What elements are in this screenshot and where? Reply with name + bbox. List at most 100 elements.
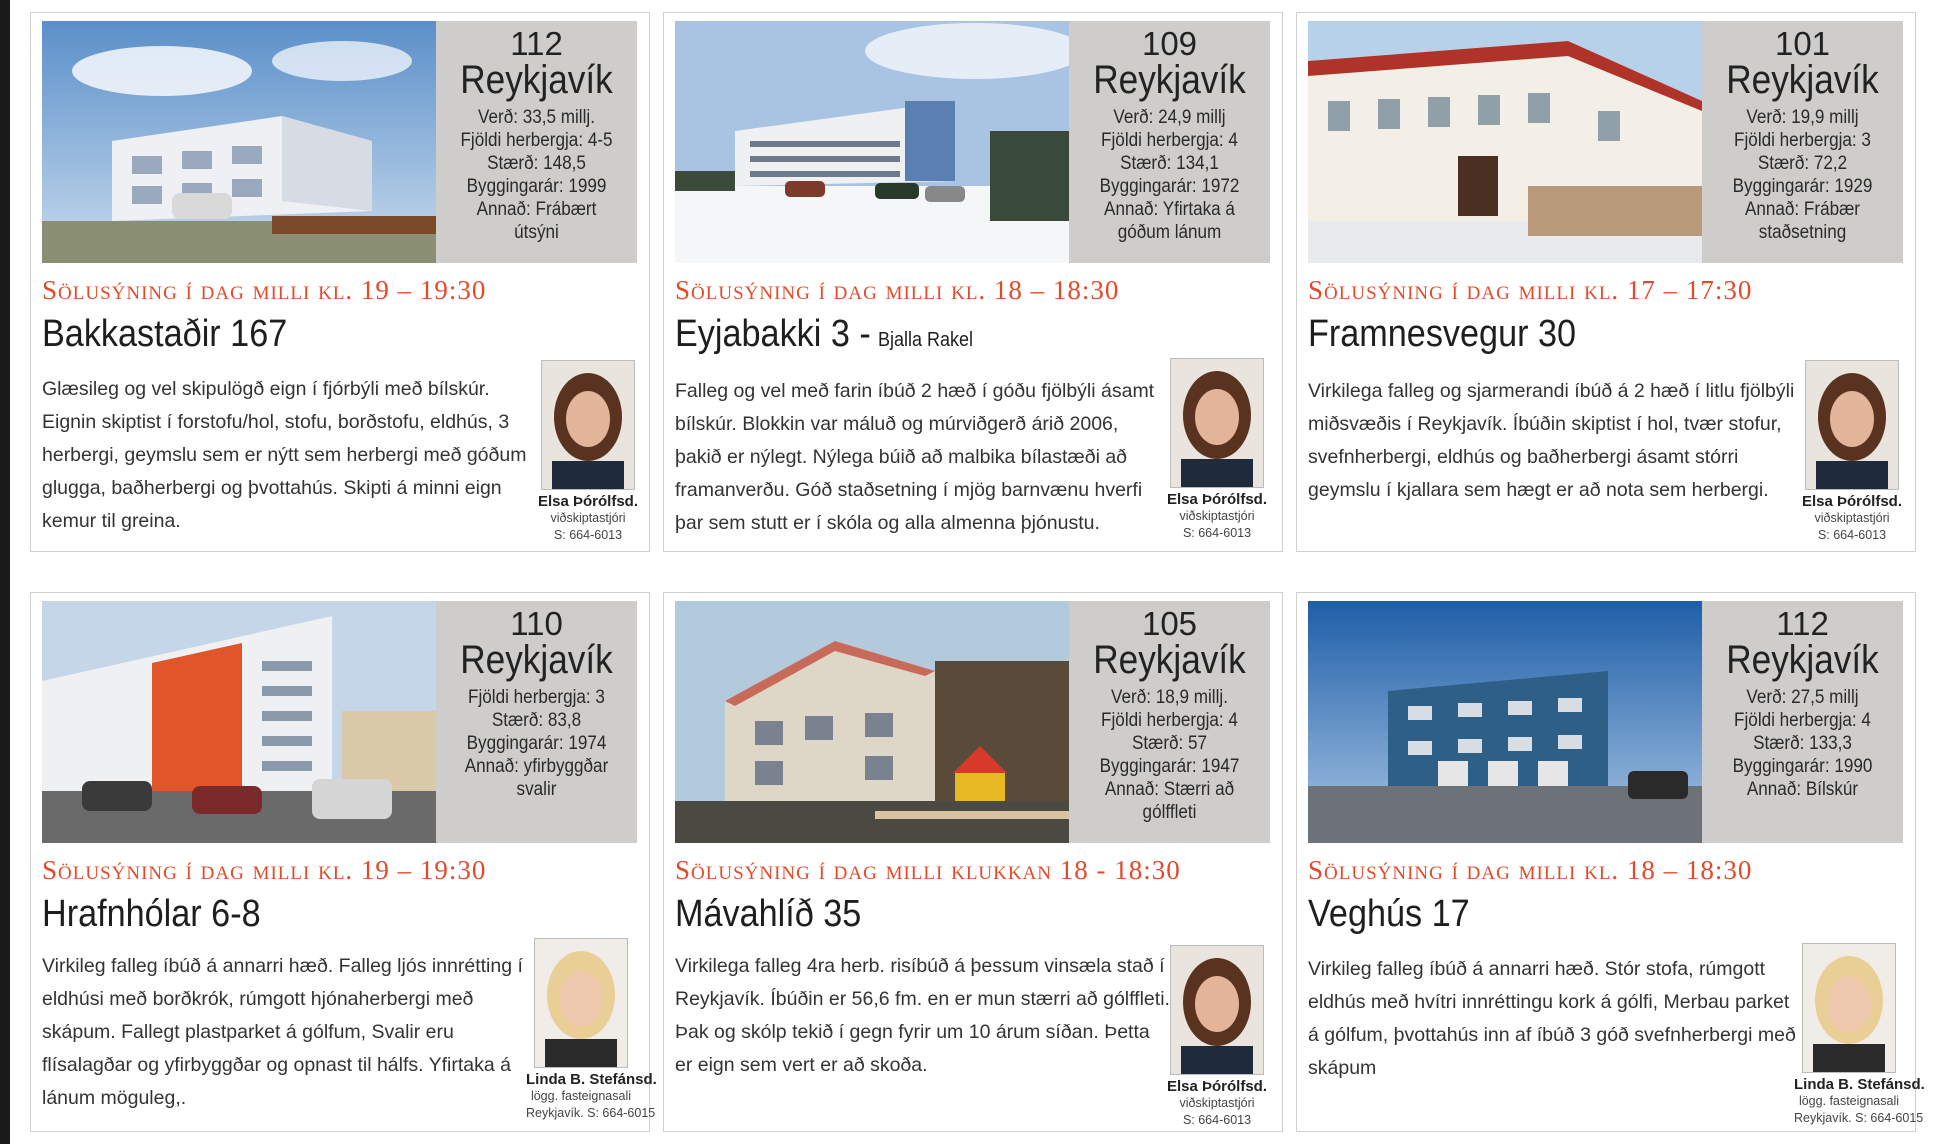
agent: Linda B. Stefánsd. lögg. fasteignasali R… bbox=[1794, 943, 1925, 1127]
info-line: Fjöldi herbergja: 4 bbox=[1101, 130, 1238, 151]
street-address: Mávahlíð 35 bbox=[675, 893, 861, 936]
agent-name: Elsa Þórólfsd. bbox=[1166, 1078, 1268, 1095]
showing-time: Sölusýning í dag milli kl. 19 – 19:30 bbox=[42, 855, 487, 885]
info-line: Fjöldi herbergja: 3 bbox=[468, 687, 605, 708]
agent-name: Linda B. Stefánsd. bbox=[526, 1071, 657, 1088]
agent-phone: S: 664-6013 bbox=[1182, 1113, 1252, 1127]
listing-card: 112 Reykjavík Verð: 27,5 millj Fjöldi he… bbox=[1296, 592, 1925, 1132]
info-line: Byggingarár: 1990 bbox=[1732, 756, 1873, 777]
info-box: 110 Reykjavík Fjöldi herbergja: 3 Stærð:… bbox=[436, 601, 637, 843]
info-line: Annað: Yfirtaka á bbox=[1104, 199, 1235, 220]
street-name: Mávahlíð 35 bbox=[675, 893, 862, 935]
agent-photo bbox=[1805, 360, 1899, 490]
agent-phone: Reykjavík. S: 664-6015 bbox=[526, 1106, 656, 1120]
city: Reykjavík bbox=[460, 58, 613, 102]
street-name: Eyjabakki 3 - bbox=[675, 313, 871, 355]
info-line: svalir bbox=[516, 779, 557, 800]
info-line: Stærð: 83,8 bbox=[491, 710, 582, 731]
agent-role: lögg. fasteignasali bbox=[1798, 1094, 1900, 1108]
property-photo bbox=[42, 601, 436, 843]
info-line: Stærð: 57 bbox=[1131, 733, 1208, 754]
info-box: 109 Reykjavík Verð: 24,9 millj Fjöldi he… bbox=[1069, 21, 1270, 263]
city: Reykjavík bbox=[1093, 58, 1246, 102]
info-box: 112 Reykjavík Verð: 33,5 millj. Fjöldi h… bbox=[436, 21, 637, 263]
info-line: Byggingarár: 1999 bbox=[466, 176, 607, 197]
info-box: 112 Reykjavík Verð: 27,5 millj Fjöldi he… bbox=[1702, 601, 1903, 843]
info-line: Byggingarár: 1929 bbox=[1732, 176, 1873, 197]
info-line: Annað: Bílskúr bbox=[1746, 779, 1859, 800]
info-line: Fjöldi herbergja: 4-5 bbox=[460, 130, 613, 151]
info-line: Stærð: 134,1 bbox=[1120, 153, 1219, 174]
showing-time: Sölusýning í dag milli kl. 18 – 18:30 bbox=[675, 275, 1120, 305]
property-photo bbox=[1308, 601, 1702, 843]
agent: Elsa Þórólfsd. viðskiptastjóri S: 664-60… bbox=[1797, 360, 1907, 544]
city: Reykjavík bbox=[1726, 58, 1879, 102]
info-line: Byggingarár: 1974 bbox=[466, 733, 607, 754]
property-photo bbox=[1308, 21, 1702, 263]
listing-card: 109 Reykjavík Verð: 24,9 millj Fjöldi he… bbox=[663, 12, 1283, 552]
info-line: útsýni bbox=[514, 222, 559, 243]
agent-role: viðskiptastjóri bbox=[1179, 1096, 1255, 1110]
postcode: 112 bbox=[510, 25, 563, 62]
description: Virkileg falleg íbúð á annarri hæð. Fall… bbox=[42, 955, 523, 1109]
street-note: Bjalla Rakel bbox=[877, 329, 974, 351]
info-line: Stærð: 72,2 bbox=[1757, 153, 1848, 174]
postcode: 110 bbox=[510, 605, 563, 642]
info-line: Byggingarár: 1972 bbox=[1099, 176, 1240, 197]
street-address: Framnesvegur 30 bbox=[1308, 313, 1576, 356]
info-line: staðsetning bbox=[1758, 222, 1847, 243]
info-line: Verð: 27,5 millj bbox=[1746, 687, 1859, 708]
showing-time: Sölusýning í dag milli klukkan 18 - 18:3… bbox=[675, 855, 1181, 885]
postcode: 105 bbox=[1141, 605, 1198, 642]
agent: Elsa Þórólfsd. viðskiptastjóri S: 664-60… bbox=[533, 360, 643, 544]
property-photo bbox=[42, 21, 436, 263]
agent-photo bbox=[1170, 358, 1264, 488]
info-line: Annað: Frábær bbox=[1744, 199, 1861, 220]
agent-phone: Reykjavík. S: 664-6015 bbox=[1794, 1111, 1924, 1125]
agent-phone: S: 664-6013 bbox=[1817, 528, 1887, 542]
info-line: Verð: 24,9 millj bbox=[1113, 107, 1226, 128]
info-line: Verð: 33,5 millj. bbox=[478, 107, 595, 128]
agent-role: viðskiptastjóri bbox=[1179, 509, 1255, 523]
city: Reykjavík bbox=[1093, 638, 1246, 682]
postcode: 112 bbox=[1776, 605, 1829, 642]
property-photo bbox=[675, 601, 1069, 843]
agent-name: Linda B. Stefánsd. bbox=[1794, 1076, 1925, 1093]
info-line: Annað: Frábært bbox=[476, 199, 597, 220]
city: Reykjavík bbox=[460, 638, 613, 682]
info-line: gólffleti bbox=[1142, 802, 1197, 823]
description: Falleg og vel með farin íbúð 2 hæð í góð… bbox=[675, 380, 1155, 534]
agent-phone: S: 664-6013 bbox=[1182, 526, 1252, 540]
agent: Elsa Þórólfsd. viðskiptastjóri S: 664-60… bbox=[1162, 358, 1272, 542]
agent: Elsa Þórólfsd. viðskiptastjóri S: 664-60… bbox=[1162, 945, 1272, 1129]
left-border bbox=[0, 0, 10, 1144]
agent-role: viðskiptastjóri bbox=[550, 511, 626, 525]
agent-role: viðskiptastjóri bbox=[1814, 511, 1890, 525]
showing-time: Sölusýning í dag milli kl. 18 – 18:30 bbox=[1308, 855, 1753, 885]
description: Virkileg falleg íbúð á annarri hæð. Stór… bbox=[1308, 958, 1796, 1079]
info-line: Annað: Stærri að bbox=[1104, 779, 1235, 800]
street-address: Hrafnhólar 6-8 bbox=[42, 893, 261, 936]
street-name: Hrafnhólar 6-8 bbox=[42, 893, 261, 935]
listing-card: 112 Reykjavík Verð: 33,5 millj. Fjöldi h… bbox=[30, 12, 650, 552]
agent: Linda B. Stefánsd. lögg. fasteignasali R… bbox=[526, 938, 657, 1122]
agent-photo bbox=[534, 938, 628, 1068]
info-line: góðum lánum bbox=[1117, 222, 1222, 243]
info-line: Annað: yfirbyggðar bbox=[464, 756, 609, 777]
showing-time: Sölusýning í dag milli kl. 19 – 19:30 bbox=[42, 275, 487, 305]
description: Glæsileg og vel skipulögð eign í fjórbýl… bbox=[42, 378, 527, 532]
city: Reykjavík bbox=[1726, 638, 1879, 682]
street-name: Bakkastaðir 167 bbox=[42, 313, 288, 355]
street-address: Bakkastaðir 167 bbox=[42, 313, 287, 356]
agent-name: Elsa Þórólfsd. bbox=[537, 493, 639, 510]
info-line: Verð: 18,9 millj. bbox=[1111, 687, 1228, 708]
info-line: Verð: 19,9 millj bbox=[1746, 107, 1859, 128]
info-box: 105 Reykjavík Verð: 18,9 millj. Fjöldi h… bbox=[1069, 601, 1270, 843]
info-line: Fjöldi herbergja: 4 bbox=[1734, 710, 1871, 731]
info-line: Stærð: 133,3 bbox=[1753, 733, 1852, 754]
agent-photo bbox=[1802, 943, 1896, 1073]
agent-photo bbox=[541, 360, 635, 490]
street-name: Framnesvegur 30 bbox=[1308, 313, 1577, 355]
street-address: Veghús 17 bbox=[1308, 893, 1470, 936]
listing-card: 105 Reykjavík Verð: 18,9 millj. Fjöldi h… bbox=[663, 592, 1283, 1132]
